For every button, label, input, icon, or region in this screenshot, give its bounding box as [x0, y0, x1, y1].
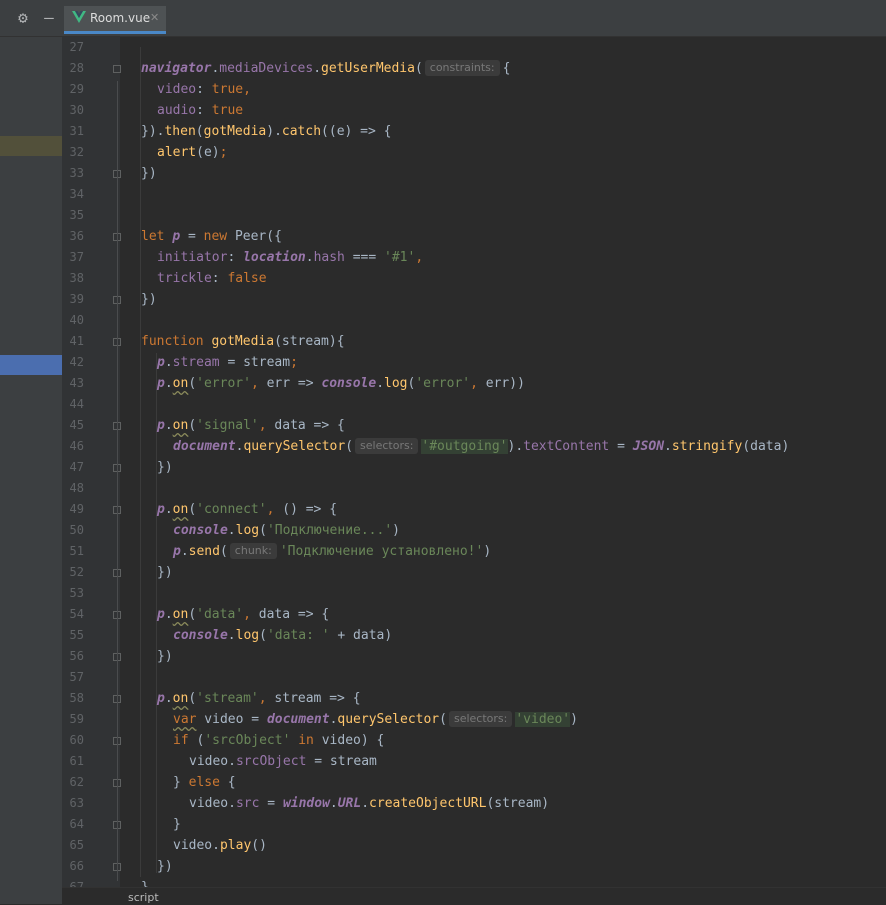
line-number: 44 [69, 397, 84, 411]
line-number: 63 [69, 796, 84, 810]
line-number: 27 [69, 40, 84, 54]
tab-label: Room.vue [90, 11, 151, 25]
code-line: }) [141, 292, 157, 307]
code-line: video.srcObject = stream [189, 754, 377, 769]
line-number: 35 [69, 208, 84, 222]
code-line: }) [157, 649, 173, 664]
code-line: p.on('error', err => console.log('error'… [157, 376, 525, 391]
line-number: 62 [69, 775, 84, 789]
code-line: navigator.mediaDevices.getUserMedia(cons… [141, 60, 511, 76]
tab-room-vue[interactable]: Room.vue ✕ [64, 6, 166, 34]
line-number: 40 [69, 313, 84, 327]
line-number: 49 [69, 502, 84, 516]
code-line: } else { [173, 775, 236, 790]
param-hint: selectors: [448, 711, 513, 727]
line-number: 42 [69, 355, 84, 369]
line-number: 52 [69, 565, 84, 579]
code-line: p.on('signal', data => { [157, 418, 345, 433]
project-panel-strip: ⚙ — [0, 0, 63, 904]
line-number: 46 [69, 439, 84, 453]
line-number: 56 [69, 649, 84, 663]
line-number: 66 [69, 859, 84, 873]
line-number-gutter: 27 28 29 30 31 32 33 34 35 36 37 38 39 40 41 42 43 44 45 46… [62, 37, 121, 894]
line-number: 39 [69, 292, 84, 306]
line-number: 50 [69, 523, 84, 537]
line-number: 57 [69, 670, 84, 684]
code-line: document.querySelector(selectors: '#outgo… [173, 438, 790, 454]
code-line: audio: true [157, 103, 244, 118]
code-line: } [173, 817, 181, 832]
param-hint: selectors: [355, 438, 419, 454]
code-line: video.play() [173, 838, 267, 853]
code-line: let p = new Peer({ [141, 229, 282, 244]
code-editor[interactable]: navigator.mediaDevices.getUserMedia(cons… [120, 37, 886, 895]
line-number: 48 [69, 481, 84, 495]
code-line: initiator: location.hash === '#1', [157, 250, 424, 265]
code-line: var video = document.querySelector(selec… [173, 711, 578, 727]
string-literal: '#1' [384, 250, 416, 265]
code-line: }).then(gotMedia).catch((e) => { [141, 124, 392, 139]
line-number: 37 [69, 250, 84, 264]
code-line: video.src = window.URL.createObjectURL(s… [189, 796, 550, 811]
code-line: video: true, [157, 82, 251, 97]
code-line: }) [157, 565, 173, 580]
code-line: p.on('connect', () => { [157, 502, 338, 517]
line-number: 51 [69, 544, 84, 558]
code-line: p.on('data', data => { [157, 607, 330, 622]
line-number: 34 [69, 187, 84, 201]
line-number: 38 [69, 271, 84, 285]
line-number: 30 [69, 103, 84, 117]
vue-logo-icon [72, 11, 86, 23]
close-icon[interactable]: ✕ [150, 11, 159, 24]
line-number: 29 [69, 82, 84, 96]
code-line: trickle: false [157, 271, 267, 286]
line-number: 55 [69, 628, 84, 642]
line-number: 33 [69, 166, 84, 180]
line-number: 59 [69, 712, 84, 726]
code-line: alert(e); [157, 145, 228, 160]
code-line: p.on('stream', stream => { [157, 691, 361, 706]
editor-tab-bar: Room.vue ✕ [62, 0, 886, 37]
line-number: 31 [69, 124, 84, 138]
line-number: 64 [69, 817, 84, 831]
code-line: p.send(chunk: 'Подключение установлено!') [173, 543, 492, 559]
line-number: 60 [69, 733, 84, 747]
param-hint: chunk: [229, 543, 277, 559]
breadcrumb[interactable]: script [62, 887, 886, 905]
param-hint: constraints: [424, 60, 500, 76]
fold-guide [117, 81, 118, 881]
tree-row-highlight[interactable] [0, 136, 62, 156]
breadcrumb-item[interactable]: script [128, 891, 159, 904]
code-line: }) [157, 859, 173, 874]
code-line: console.log('Подключение...') [173, 523, 400, 538]
line-number: 47 [69, 460, 84, 474]
minus-icon[interactable]: — [40, 9, 58, 27]
line-number: 53 [69, 586, 84, 600]
line-number: 32 [69, 145, 84, 159]
panel-toolbar: ⚙ — [0, 0, 62, 37]
line-number: 45 [69, 418, 84, 432]
line-number: 43 [69, 376, 84, 390]
line-number: 28 [69, 61, 84, 75]
code-line: if ('srcObject' in video) { [173, 733, 385, 748]
line-number: 58 [69, 691, 84, 705]
line-number: 41 [69, 334, 84, 348]
gear-icon[interactable]: ⚙ [14, 9, 32, 27]
code-line: function gotMedia(stream){ [141, 334, 345, 349]
code-line: console.log('data: ' + data) [173, 628, 393, 643]
line-number: 65 [69, 838, 84, 852]
code-line: }) [157, 460, 173, 475]
code-line: p.stream = stream; [157, 355, 298, 370]
line-number: 61 [69, 754, 84, 768]
line-number: 54 [69, 607, 84, 621]
line-number: 36 [69, 229, 84, 243]
code-line: }) [141, 166, 157, 181]
tree-row-selected[interactable] [0, 355, 62, 375]
